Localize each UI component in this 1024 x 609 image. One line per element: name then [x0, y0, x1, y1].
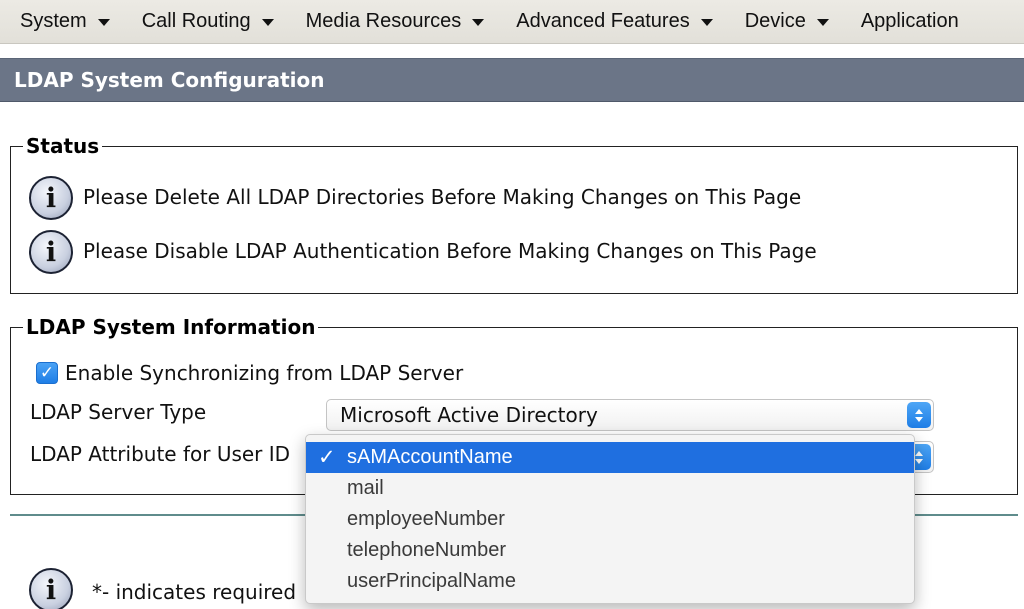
- menu-label: Application: [860, 10, 959, 32]
- attribute-dropdown-list: ✓ sAMAccountName mail employeeNumber tel…: [305, 434, 915, 604]
- enable-sync-label: Enable Synchronizing from LDAP Server: [65, 361, 464, 385]
- status-legend: Status: [26, 134, 100, 158]
- dropdown-option[interactable]: ✓ sAMAccountName: [306, 442, 914, 473]
- option-label: employeeNumber: [347, 508, 505, 530]
- menu-label: Advanced Features: [516, 10, 690, 32]
- dropdown-option[interactable]: telephoneNumber: [306, 535, 914, 566]
- menu-application[interactable]: Application: [841, 0, 971, 43]
- dropdown-option[interactable]: userPrincipalName: [306, 566, 914, 597]
- option-label: telephoneNumber: [347, 539, 506, 561]
- caret-down-icon: [261, 19, 274, 26]
- dropdown-option[interactable]: mail: [306, 473, 914, 504]
- menu-label: Call Routing: [141, 10, 251, 32]
- info-icon: i: [29, 230, 73, 274]
- option-label: sAMAccountName: [347, 446, 513, 468]
- up-down-arrows-icon: [907, 402, 931, 428]
- checkmark-icon: ✓: [318, 445, 336, 469]
- menu-advanced-features[interactable]: Advanced Features: [496, 0, 724, 43]
- top-menu-bar: System Call Routing Media Resources Adva…: [0, 0, 1024, 44]
- dropdown-option[interactable]: employeeNumber: [306, 504, 914, 535]
- status-message: Please Disable LDAP Authentication Befor…: [83, 239, 817, 263]
- option-label: userPrincipalName: [347, 570, 516, 592]
- server-type-label: LDAP Server Type: [30, 400, 207, 424]
- required-note: *- indicates required: [92, 580, 297, 604]
- menu-call-routing[interactable]: Call Routing: [122, 0, 286, 43]
- status-section: Status: [10, 134, 1018, 294]
- info-icon: i: [29, 176, 73, 220]
- status-message: Please Delete All LDAP Directories Befor…: [83, 185, 802, 209]
- menu-label: System: [20, 10, 87, 32]
- caret-down-icon: [97, 19, 110, 26]
- menu-label: Device: [744, 10, 806, 32]
- menu-device[interactable]: Device: [725, 0, 841, 43]
- caret-down-icon: [816, 19, 829, 26]
- server-type-value: Microsoft Active Directory: [340, 403, 598, 427]
- checkmark-icon: ✓: [39, 363, 55, 383]
- attribute-label: LDAP Attribute for User ID: [30, 442, 291, 466]
- menu-media-resources[interactable]: Media Resources: [286, 0, 497, 43]
- enable-sync-checkbox[interactable]: ✓: [36, 362, 58, 384]
- caret-down-icon: [700, 19, 713, 26]
- option-label: mail: [347, 477, 384, 499]
- info-icon: i: [29, 568, 73, 609]
- page-title: LDAP System Configuration: [14, 68, 325, 92]
- page-title-bar: LDAP System Configuration: [0, 58, 1024, 102]
- menu-label: Media Resources: [305, 10, 462, 32]
- ldap-info-legend: LDAP System Information: [26, 315, 316, 339]
- menu-system[interactable]: System: [0, 0, 122, 43]
- server-type-select[interactable]: Microsoft Active Directory: [326, 399, 934, 431]
- caret-down-icon: [472, 19, 485, 26]
